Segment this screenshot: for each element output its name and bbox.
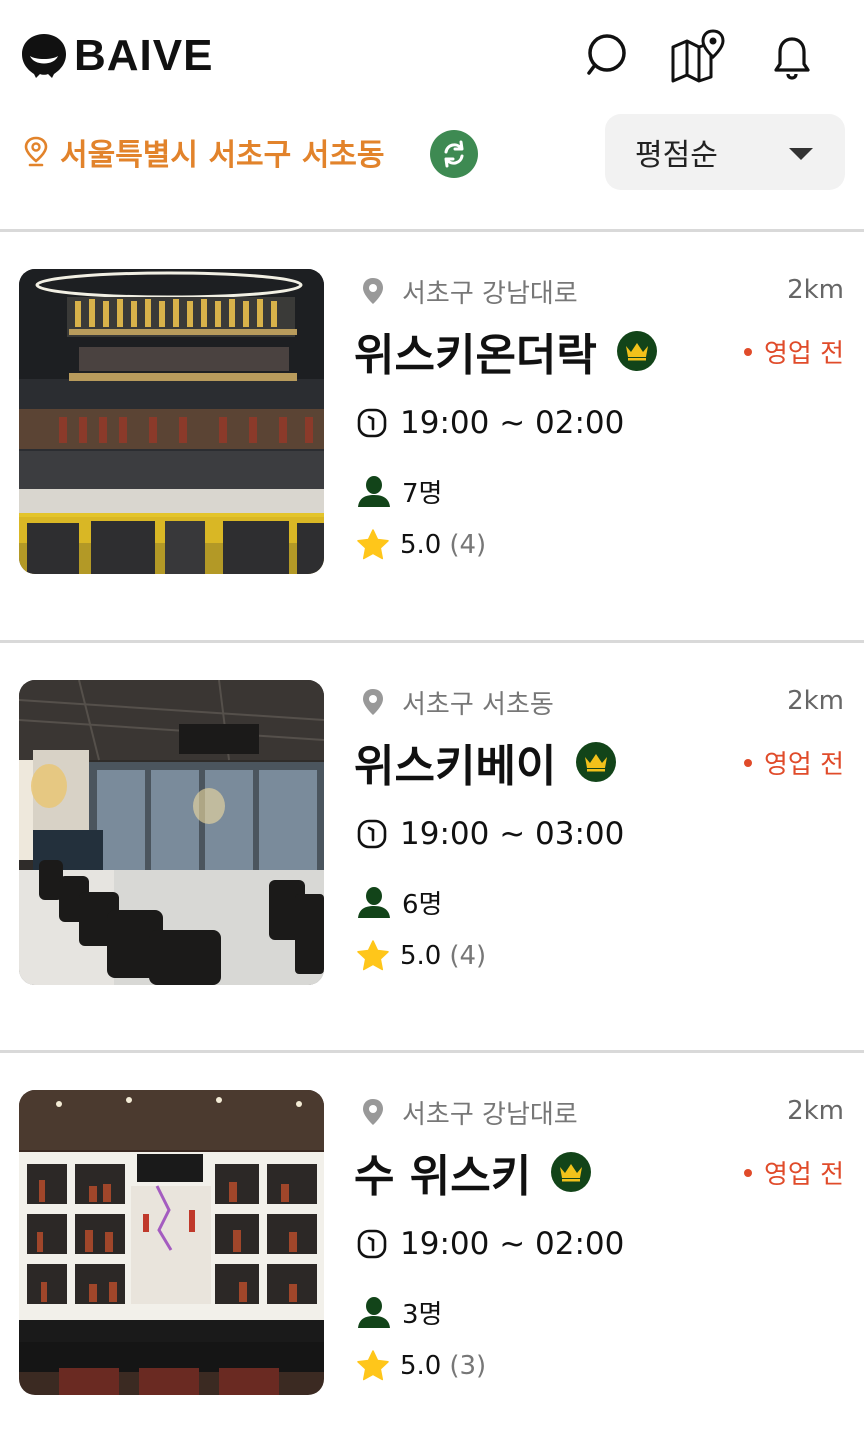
venue-name: 위스키베이 — [354, 732, 617, 792]
refresh-icon — [444, 140, 464, 168]
app-logo[interactable]: BAIVE — [18, 28, 213, 84]
map-pin-icon — [671, 29, 725, 83]
venue-rating: 5.0 (4) — [356, 936, 486, 976]
search-icon — [587, 34, 626, 75]
status-dot — [743, 347, 752, 356]
location-pin-icon — [363, 689, 383, 715]
venue-photo — [19, 269, 324, 574]
clock-icon — [357, 408, 387, 438]
search-button[interactable] — [576, 26, 636, 86]
app-title: BAIVE — [74, 31, 214, 80]
logo-mark-icon — [22, 34, 66, 78]
venue-name: 위스키온더락 — [354, 321, 657, 381]
crown-icon — [551, 1152, 592, 1192]
venue-rating: 5.0 (3) — [356, 1346, 486, 1386]
status-dot — [743, 1168, 752, 1177]
app-header: BAIVE — [0, 0, 864, 110]
crown-icon — [576, 742, 617, 782]
clock-icon — [357, 819, 387, 849]
current-location[interactable]: 서울특별시 서초구 서초동 — [22, 130, 385, 174]
status-dot — [743, 758, 752, 767]
venue-distance: 2km — [787, 275, 844, 305]
list-divider — [0, 1050, 864, 1053]
list-divider — [0, 229, 864, 232]
person-icon — [358, 887, 390, 918]
location-text: 서울특별시 서초구 서초동 — [60, 138, 385, 173]
star-icon — [357, 940, 389, 971]
star-icon — [357, 1350, 389, 1381]
venue-photo — [19, 1090, 324, 1395]
venue-capacity: 7명 — [356, 471, 442, 511]
location-pin-icon — [363, 1099, 383, 1125]
location-pin-icon — [363, 278, 383, 304]
status-badge: 영업 전 — [743, 333, 844, 370]
star-icon — [357, 529, 389, 560]
venue-card[interactable]: 서초구 서초동 2km 위스키베이 영업 전 19:00 ~ 03:00 6명 … — [0, 680, 864, 1010]
refresh-location-button[interactable] — [430, 130, 478, 178]
venue-name: 수 위스키 — [354, 1142, 592, 1202]
bell-icon — [774, 37, 810, 80]
list-divider — [0, 640, 864, 643]
chevron-down-icon — [789, 148, 813, 160]
person-icon — [358, 476, 390, 507]
status-badge: 영업 전 — [743, 1154, 844, 1191]
venue-card[interactable]: 서초구 강남대로 2km 수 위스키 영업 전 19:00 ~ 02:00 3명… — [0, 1090, 864, 1420]
venue-address: 서초구 강남대로 — [358, 273, 578, 309]
location-bar: 서울특별시 서초구 서초동 평점순 — [0, 112, 864, 190]
venue-distance: 2km — [787, 686, 844, 716]
venue-address: 서초구 강남대로 — [358, 1094, 578, 1130]
venue-distance: 2km — [787, 1096, 844, 1126]
sort-dropdown[interactable]: 평점순 — [605, 114, 845, 190]
person-icon — [358, 1297, 390, 1328]
venue-photo — [19, 680, 324, 985]
venue-capacity: 3명 — [356, 1292, 442, 1332]
venue-hours: 19:00 ~ 02:00 — [356, 403, 624, 443]
status-badge: 영업 전 — [743, 744, 844, 781]
location-pin-icon — [24, 136, 48, 167]
venue-capacity: 6명 — [356, 882, 442, 922]
map-button[interactable] — [668, 26, 728, 86]
venue-rating: 5.0 (4) — [356, 525, 486, 565]
venue-hours: 19:00 ~ 03:00 — [356, 814, 624, 854]
clock-icon — [357, 1229, 387, 1259]
crown-icon — [616, 331, 657, 371]
venue-hours: 19:00 ~ 02:00 — [356, 1224, 624, 1264]
venue-card[interactable]: 서초구 강남대로 2km 위스키온더락 영업 전 19:00 ~ 02:00 7… — [0, 269, 864, 599]
notifications-button[interactable] — [762, 26, 822, 86]
sort-selected: 평점순 — [635, 138, 718, 173]
venue-address: 서초구 서초동 — [358, 684, 554, 720]
